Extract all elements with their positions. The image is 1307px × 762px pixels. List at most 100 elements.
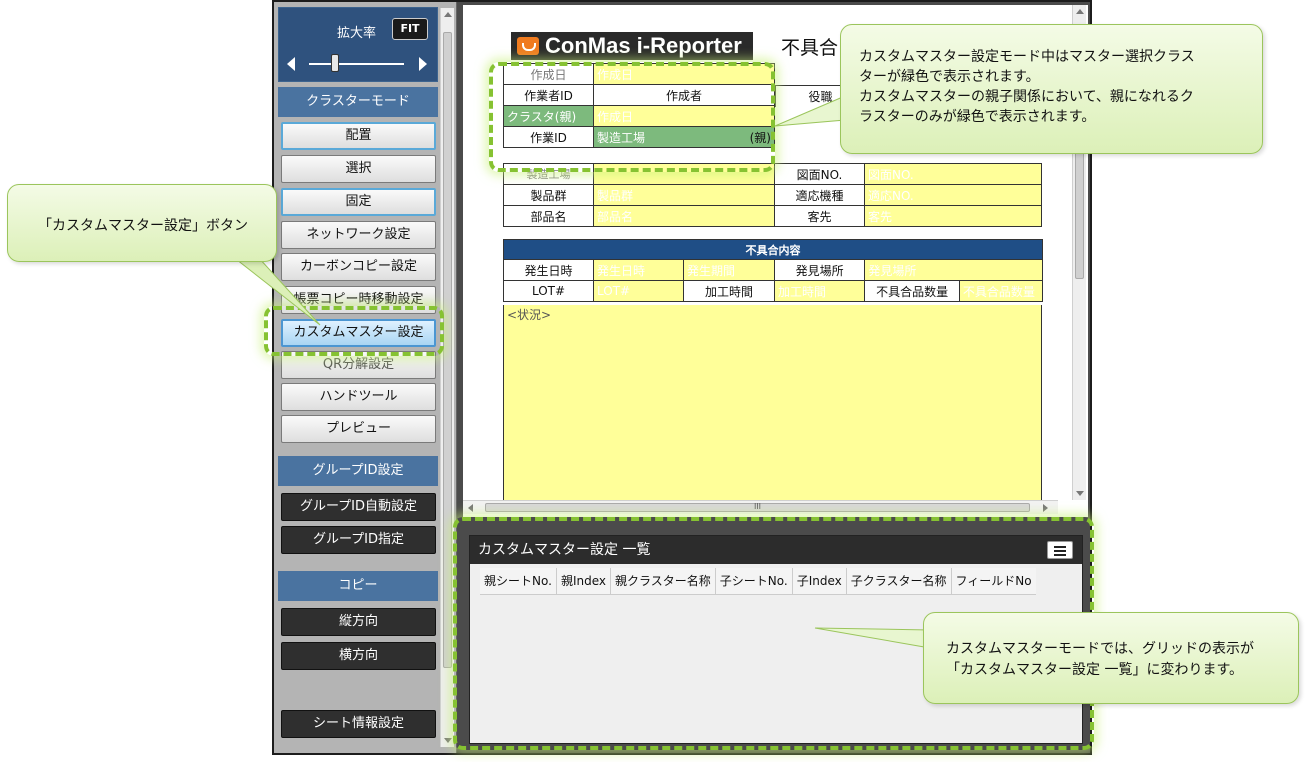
form-scroll-down-icon[interactable] [1076,491,1084,496]
form-horizontal-scrollbar[interactable]: III [463,500,1058,514]
logo-text: ConMas i-Reporter [545,33,742,58]
form-title: 不具合 [781,37,839,59]
place-button[interactable]: 配置 [281,122,436,150]
grid-callout-line-1: カスタムマスターモードでは、グリッドの表示が [946,641,1254,657]
list-column-headers: 親シートNo. 親Index 親クラスター名称 子シートNo. 子Index 子… [480,568,1036,595]
fit-button[interactable]: FIT [392,18,428,40]
button-callout-text: 「カスタムマスター設定」ボタン [38,218,248,234]
select-button[interactable]: 選択 [281,155,436,183]
cluster-color-callout: カスタムマスター設定モード中はマスター選択クラス ターが緑色で表示されます。 カ… [840,24,1263,154]
custom-master-settings-button[interactable]: カスタムマスター設定 [281,319,436,347]
col-parent-cluster-name[interactable]: 親クラスター名称 [610,568,716,594]
cluster-callout-line-1: カスタムマスター設定モード中はマスター選択クラス [859,49,1195,65]
preview-button[interactable]: プレビュー [281,415,436,443]
defect-qty-label: 不具合品数量 [864,280,960,302]
copy-vertical-button[interactable]: 縦方向 [281,608,436,636]
worker-id-label: 作業者ID [503,84,594,106]
occur-datetime-cell[interactable]: 発生日時 [593,259,684,281]
occur-datetime-label: 発生日時 [503,259,594,281]
cluster-callout-line-3: カスタムマスターの親子関係において、親になれるク [859,89,1194,105]
customer-cell[interactable]: 客先 [864,205,1042,227]
drawing-no-cell[interactable]: 図面NO. [864,163,1042,185]
zoom-slider-thumb[interactable] [331,54,339,72]
hand-tool-button[interactable]: ハンドツール [281,383,436,411]
form-copy-move-settings-button[interactable]: 帳票コピー時移動設定 [281,286,436,314]
list-panel-header: カスタムマスター設定 一覧 [470,536,1082,564]
zoom-out-arrow-icon[interactable] [287,57,295,71]
found-place-cell[interactable]: 発見場所 [864,259,1043,281]
fix-button[interactable]: 固定 [281,188,436,216]
created-date-cell[interactable]: 作成日 [593,63,775,85]
grid-callout-text: カスタムマスターモードでは、グリッドの表示が 「カスタムマスター設定 一覧」に変… [946,639,1254,681]
col-child-sheet-no[interactable]: 子シートNo. [715,568,793,594]
zoom-in-arrow-icon[interactable] [419,57,427,71]
creator-label: 作成者 [593,84,775,106]
cluster-callout-line-4: ラスターのみが緑色で表示されます。 [859,109,1096,125]
cluster-callout-text: カスタムマスター設定モード中はマスター選択クラス ターが緑色で表示されます。 カ… [859,47,1195,127]
tool-panel-scrollbar[interactable] [440,8,454,747]
group-id-header: グループID設定 [278,456,438,486]
tool-panel-scroll-thumb[interactable] [443,32,452,668]
col-parent-index[interactable]: 親Index [556,568,611,594]
factory-label: 製造工場 [503,163,594,185]
form-horizontal-scroll-thumb[interactable]: III [485,503,1030,512]
factory-cluster-cell[interactable]: 製造工場 (親) [593,126,775,148]
factory-value-cell[interactable] [593,163,775,185]
copy-horizontal-button[interactable]: 横方向 [281,642,436,670]
status-text-area[interactable]: <状況> [503,305,1042,507]
cluster-parent-cell[interactable]: クラスタ(親) [503,105,594,127]
network-settings-button[interactable]: ネットワーク設定 [281,221,436,249]
sheet-info-settings-button[interactable]: シート情報設定 [281,710,436,738]
grid-display-callout: カスタムマスターモードでは、グリッドの表示が 「カスタムマスター設定 一覧」に変… [923,612,1299,704]
list-menu-icon[interactable] [1047,541,1073,559]
product-table: 製造工場 図面NO. 図面NO. 製品群 製品群 適応機種 適応NO. 部品名 … [503,163,1042,227]
scroll-up-arrow-icon[interactable] [444,12,452,17]
found-place-label: 発見場所 [773,259,866,281]
qr-split-settings-button[interactable]: QR分解設定 [281,351,436,379]
defect-section-header: 不具合内容 [503,239,1043,260]
defect-table: 不具合内容 発生日時 発生日時 発生期間 発見場所 発見場所 LOT# LOT#… [503,239,1044,302]
custom-master-button-callout: 「カスタムマスター設定」ボタン [7,184,277,262]
form-scroll-up-icon[interactable] [1076,9,1084,14]
product-group-cell[interactable]: 製品群 [593,184,775,206]
factory-cluster-value: 製造工場 [597,130,646,145]
col-child-index[interactable]: 子Index [792,568,847,594]
occur-period-cell[interactable]: 発生期間 [683,259,775,281]
cluster-mode-header: クラスターモード [278,87,438,117]
work-id-label: 作業ID [503,126,594,148]
model-label: 適応機種 [774,184,865,206]
part-name-cell[interactable]: 部品名 [593,205,775,227]
zoom-label: 拡大率 [337,26,377,41]
customer-label: 客先 [774,205,865,227]
lot-cell[interactable]: LOT# [593,280,684,302]
process-time-cell[interactable]: 加工時間 [773,280,866,302]
product-group-label: 製品群 [503,184,594,206]
group-id-auto-button[interactable]: グループID自動設定 [281,493,436,521]
lot-label: LOT# [503,280,594,302]
left-tool-panel: 拡大率 FIT クラスターモード 配置 選択 固定 ネットワーク設定 カーボンコ… [274,2,457,753]
defect-qty-cell[interactable]: 不具合品数量 [958,280,1044,302]
conmas-logo: ConMas i-Reporter [511,32,753,60]
scroll-left-arrow-icon[interactable] [468,504,473,512]
parent-tag: (親) [749,130,771,145]
form-header-table: 作成日 作成日 作業者ID 作成者 クラスタ(親) 作成日 作業ID 製造工場 … [503,63,775,148]
carbon-copy-settings-button[interactable]: カーボンコピー設定 [281,253,436,281]
status-label: <状況> [507,308,552,322]
scroll-down-arrow-icon[interactable] [444,738,452,743]
scroll-right-arrow-icon[interactable] [1043,504,1048,512]
model-cell[interactable]: 適応NO. [864,184,1042,206]
col-field-no[interactable]: フィールドNo [951,568,1036,594]
zoom-slider-track[interactable] [309,63,404,65]
zoom-control: 拡大率 FIT [278,7,438,82]
col-child-cluster-name[interactable]: 子クラスター名称 [846,568,952,594]
grid-callout-line-2: 「カスタムマスター設定 一覧」に変わります。 [946,662,1244,678]
col-parent-sheet-no[interactable]: 親シートNo. [480,568,557,594]
logo-icon [517,37,539,55]
cluster-callout-line-2: ターが緑色で表示されます。 [859,69,1040,85]
list-panel-title: カスタムマスター設定 一覧 [478,542,651,558]
created-date-label: 作成日 [503,63,594,85]
drawing-no-label: 図面NO. [774,163,865,185]
group-id-specify-button[interactable]: グループID指定 [281,526,436,554]
cluster-parent-value-cell[interactable]: 作成日 [593,105,775,127]
tool-panel-content: 拡大率 FIT クラスターモード 配置 選択 固定 ネットワーク設定 カーボンコ… [278,5,438,750]
